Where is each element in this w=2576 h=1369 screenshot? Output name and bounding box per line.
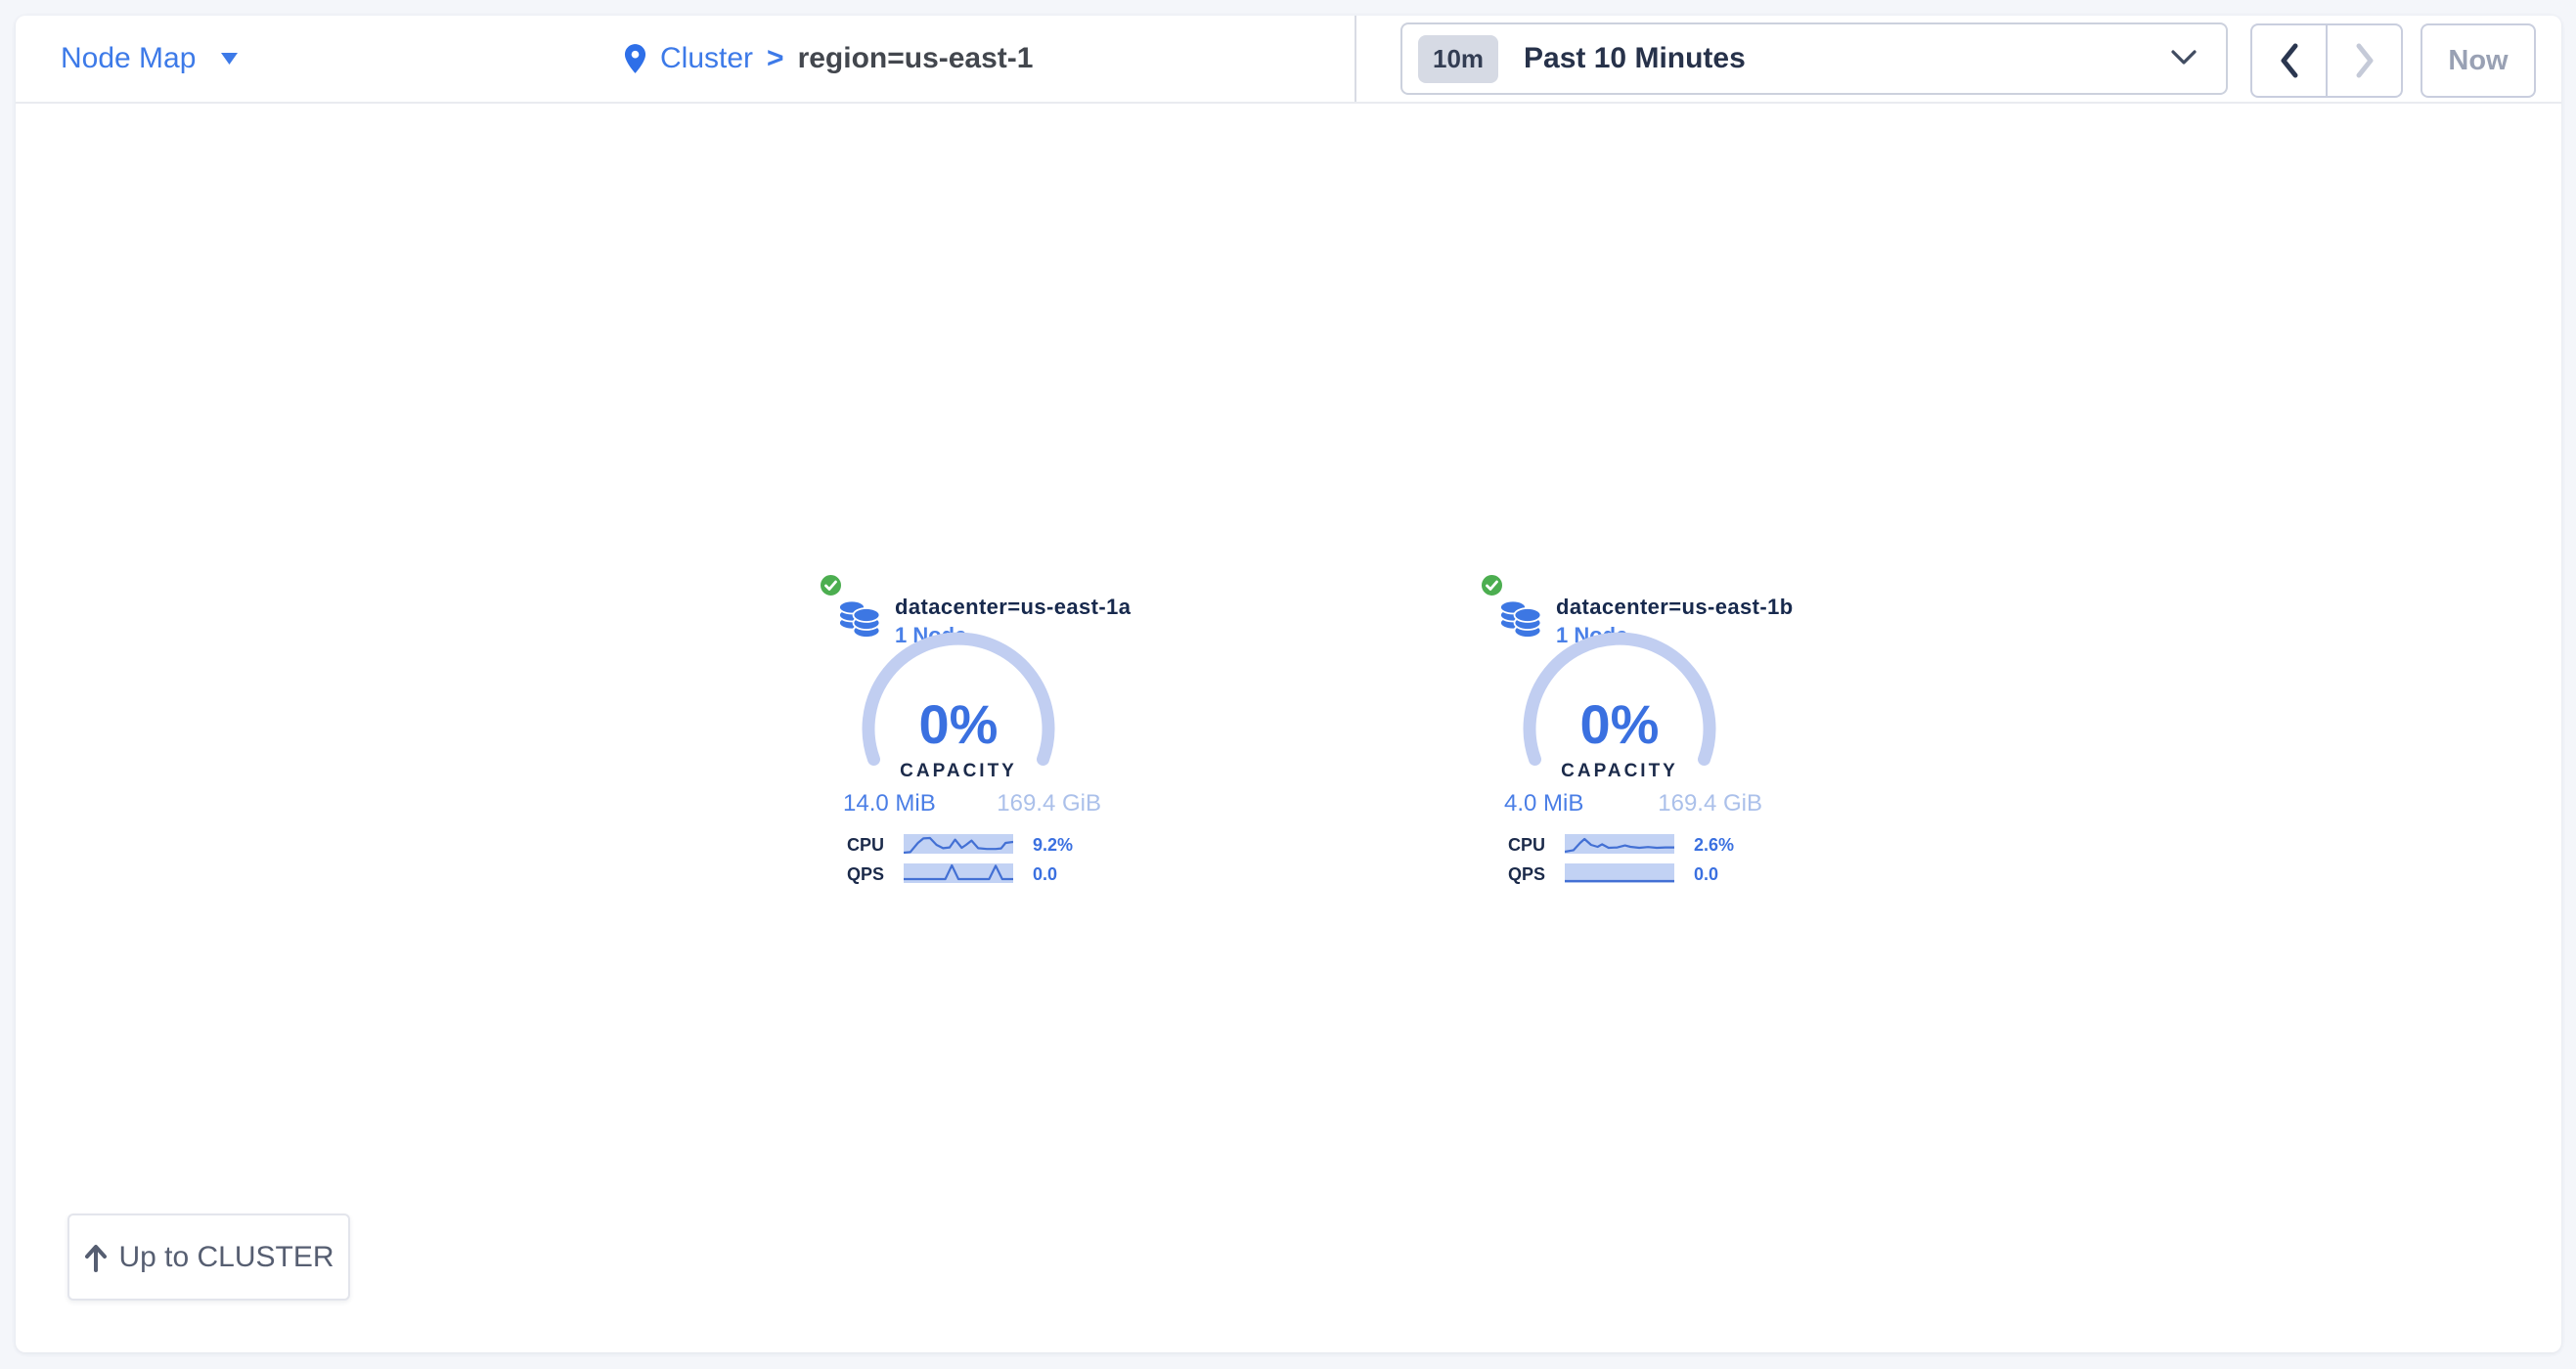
now-button[interactable]: Now bbox=[2421, 23, 2536, 98]
locality-card-us-east-1b[interactable]: datacenter=us-east-1b 1 Node 0% CAPACITY… bbox=[1463, 567, 1776, 905]
metric-label: CPU bbox=[1508, 835, 1545, 856]
caret-down-icon bbox=[221, 53, 238, 65]
metric-label: CPU bbox=[847, 835, 884, 856]
capacity-percent: 0% bbox=[1522, 692, 1717, 756]
view-selector-label: Node Map bbox=[61, 42, 196, 75]
metric-value: 9.2% bbox=[1033, 835, 1073, 856]
metric-value: 0.0 bbox=[1694, 864, 1718, 885]
breadcrumb-cluster-link[interactable]: Cluster bbox=[660, 42, 753, 75]
capacity-label: CAPACITY bbox=[1512, 761, 1727, 782]
cpu-sparkline bbox=[1565, 834, 1674, 854]
time-prev-button[interactable] bbox=[2252, 25, 2328, 96]
up-to-cluster-label: Up to CLUSTER bbox=[118, 1241, 333, 1274]
chevron-left-icon bbox=[2279, 42, 2300, 79]
metric-value: 2.6% bbox=[1694, 835, 1734, 856]
location-pin-icon bbox=[624, 43, 646, 74]
up-to-cluster-button[interactable]: Up to CLUSTER bbox=[67, 1214, 350, 1301]
capacity-total: 169.4 GiB bbox=[1658, 790, 1762, 817]
arrow-up-icon bbox=[83, 1242, 109, 1273]
time-nav-group bbox=[2250, 23, 2403, 98]
topbar-divider bbox=[1355, 16, 1356, 102]
cpu-sparkline bbox=[904, 834, 1013, 854]
time-window-selector[interactable]: 10m Past 10 Minutes bbox=[1400, 22, 2228, 95]
locality-title: datacenter=us-east-1a bbox=[895, 595, 1131, 620]
metric-label: QPS bbox=[1508, 864, 1545, 885]
capacity-used: 14.0 MiB bbox=[843, 790, 936, 817]
database-stack-icon bbox=[837, 593, 882, 640]
breadcrumb-separator: > bbox=[767, 42, 784, 75]
qps-sparkline bbox=[904, 863, 1013, 883]
healthy-check-icon bbox=[820, 574, 842, 596]
time-window-label: Past 10 Minutes bbox=[1524, 42, 1746, 75]
metric-value: 0.0 bbox=[1033, 864, 1057, 885]
view-selector-dropdown[interactable]: Node Map bbox=[61, 16, 238, 102]
capacity-used: 4.0 MiB bbox=[1504, 790, 1583, 817]
time-window-badge: 10m bbox=[1418, 35, 1498, 83]
database-stack-icon bbox=[1498, 593, 1543, 640]
metric-label: QPS bbox=[847, 864, 884, 885]
capacity-percent: 0% bbox=[861, 692, 1056, 756]
capacity-label: CAPACITY bbox=[851, 761, 1066, 782]
capacity-total: 169.4 GiB bbox=[997, 790, 1101, 817]
healthy-check-icon bbox=[1481, 574, 1503, 596]
node-map-panel: Node Map Cluster > region=us-east-1 10m … bbox=[16, 16, 2561, 1352]
chevron-down-icon bbox=[2171, 50, 2197, 66]
locality-title: datacenter=us-east-1b bbox=[1556, 595, 1794, 620]
top-bar: Node Map Cluster > region=us-east-1 10m … bbox=[16, 16, 2561, 104]
locality-card-us-east-1a[interactable]: datacenter=us-east-1a 1 Node 0% CAPACITY… bbox=[802, 567, 1115, 905]
breadcrumb: Cluster > region=us-east-1 bbox=[624, 16, 1033, 102]
chevron-right-icon bbox=[2354, 42, 2376, 79]
time-next-button[interactable] bbox=[2328, 25, 2401, 96]
breadcrumb-current: region=us-east-1 bbox=[798, 42, 1034, 75]
qps-sparkline bbox=[1565, 863, 1674, 883]
